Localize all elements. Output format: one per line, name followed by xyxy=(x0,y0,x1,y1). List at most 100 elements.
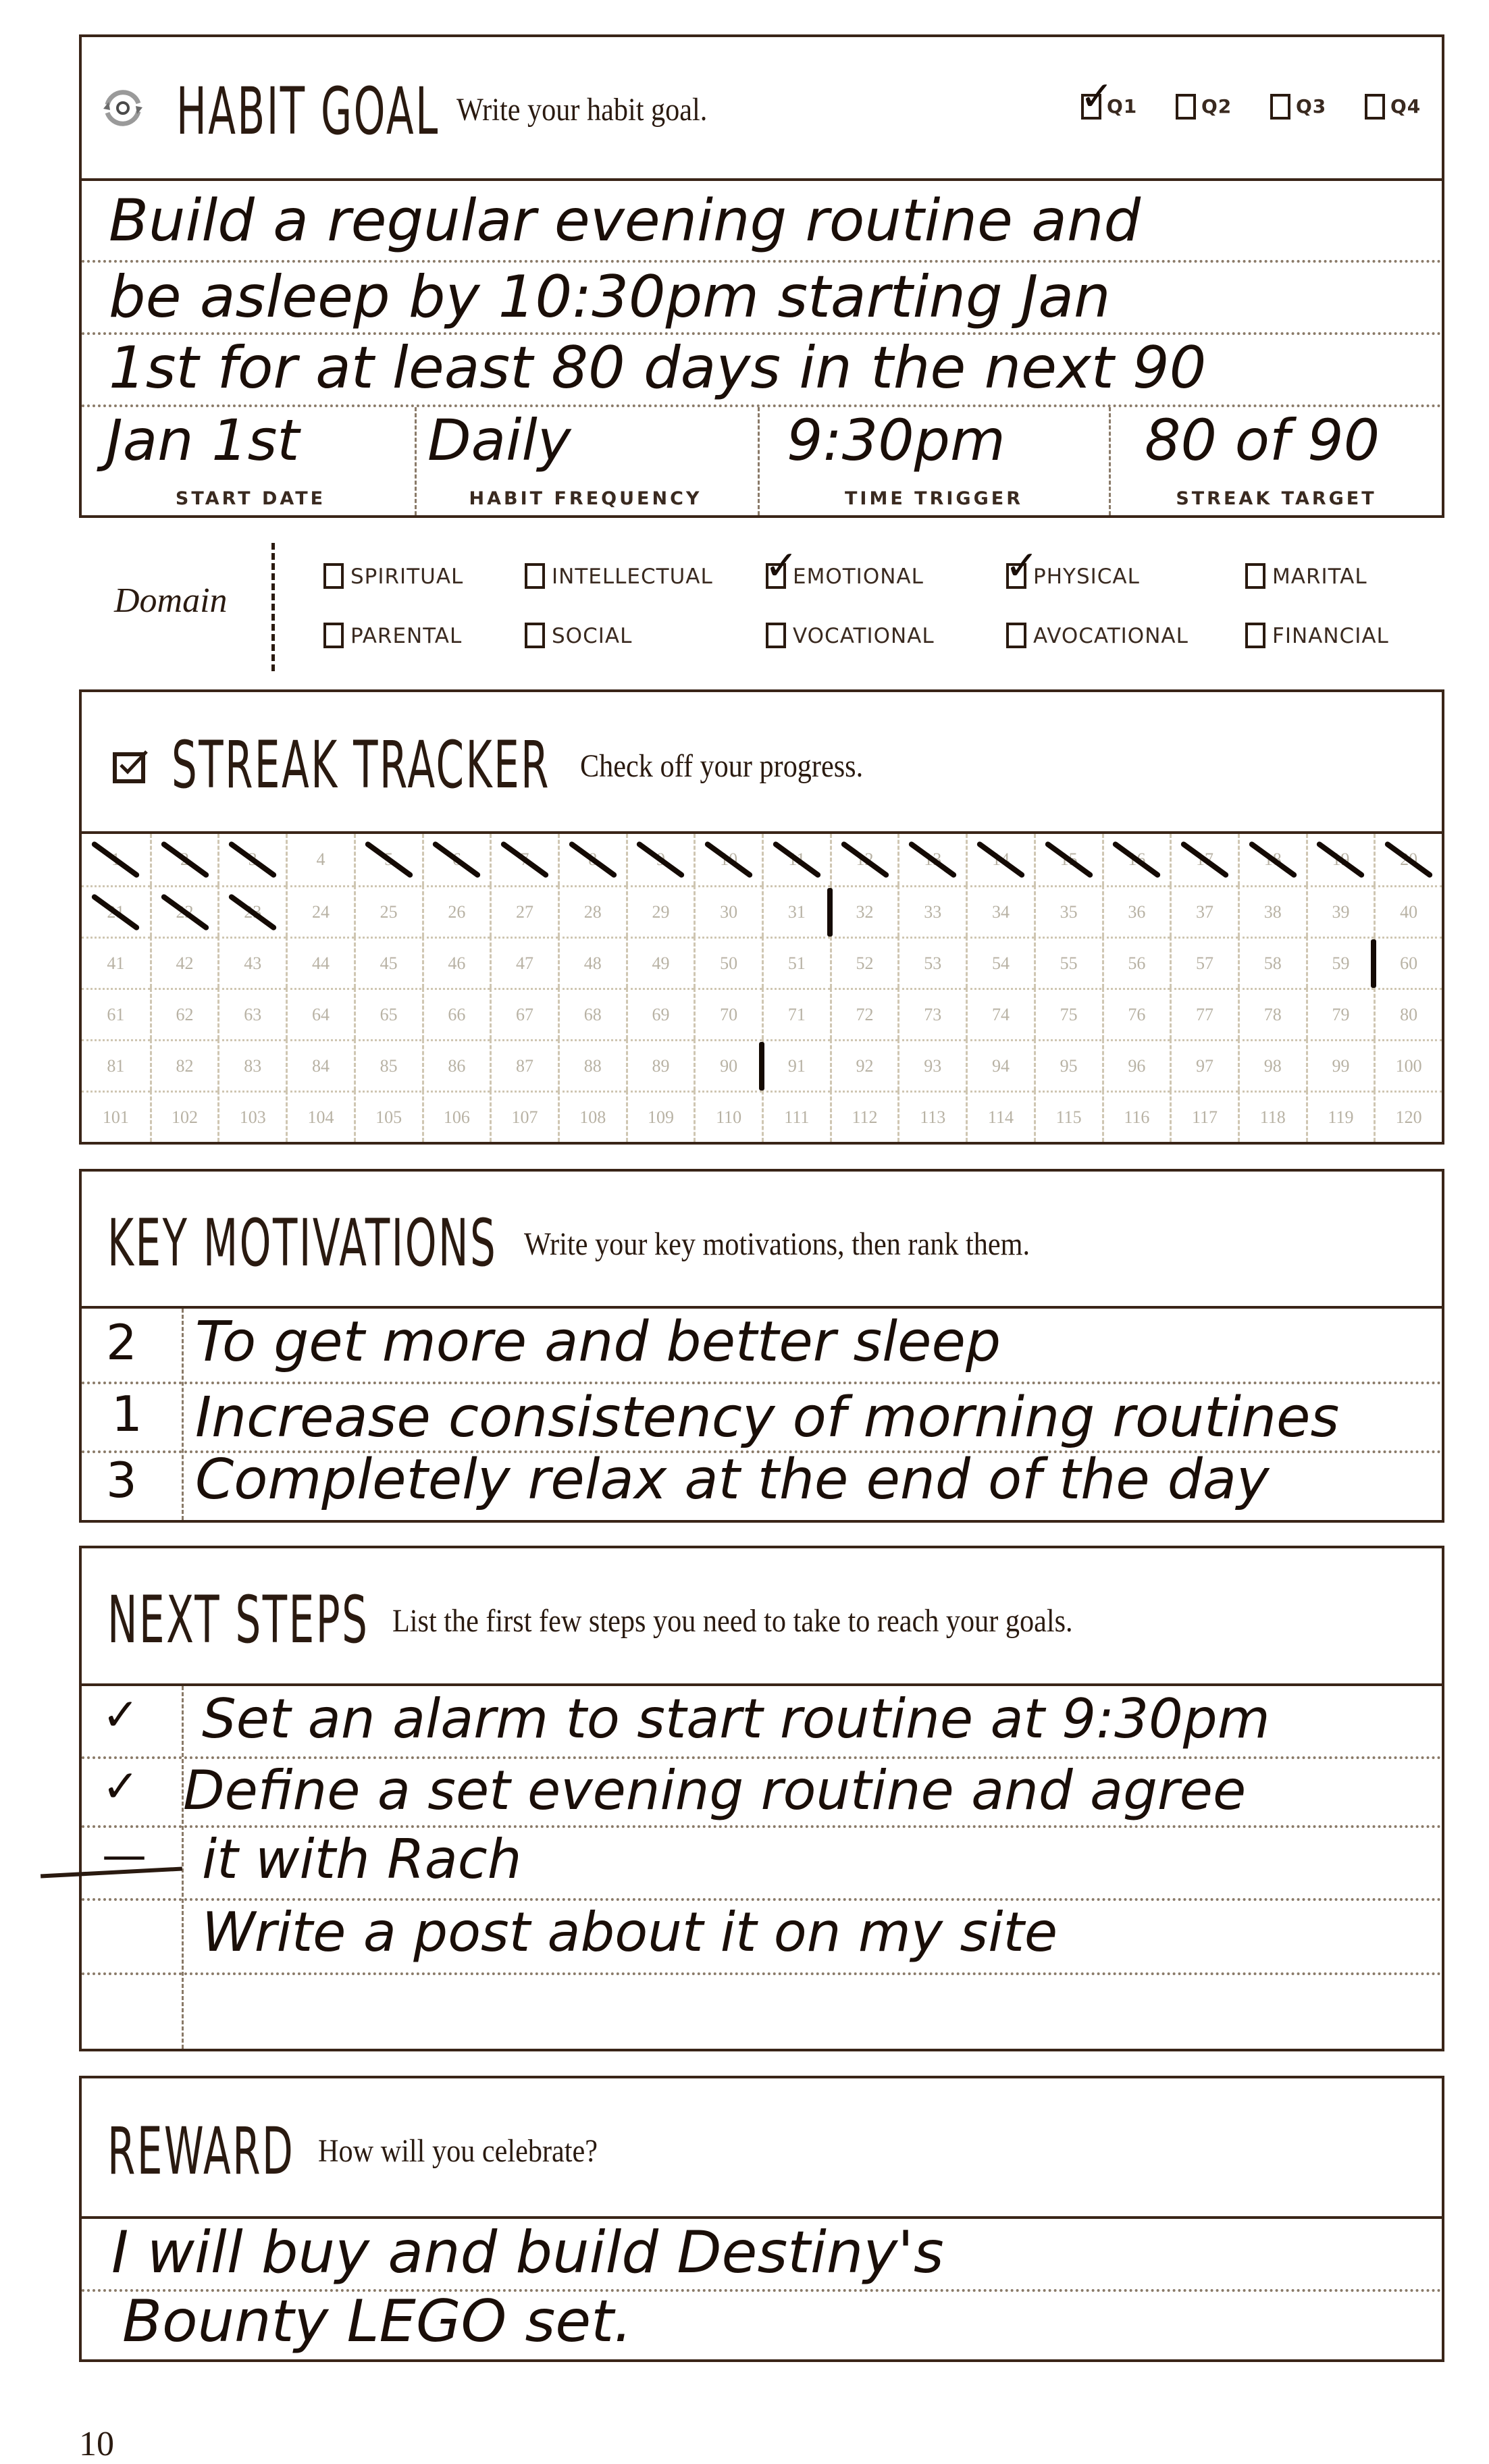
streak-day-cell[interactable]: 92 xyxy=(829,1039,898,1091)
streak-day-cell[interactable]: 107 xyxy=(490,1091,558,1142)
streak-day-cell[interactable]: 36 xyxy=(1101,885,1170,937)
streak-day-cell[interactable]: 83 xyxy=(217,1039,286,1091)
streak-day-cell[interactable]: 116 xyxy=(1101,1091,1170,1142)
streak-day-cell[interactable]: 38 xyxy=(1237,885,1306,937)
streak-day-cell[interactable]: 117 xyxy=(1170,1091,1238,1142)
next-step-status-mark[interactable]: ✓ xyxy=(102,1689,139,1741)
streak-day-cell[interactable]: 65 xyxy=(353,988,422,1039)
streak-day-cell[interactable]: 113 xyxy=(897,1091,966,1142)
streak-day-cell[interactable]: 60 xyxy=(1374,937,1442,988)
domain-checkbox[interactable]: ✓ xyxy=(764,546,798,589)
streak-day-cell[interactable]: 80 xyxy=(1374,988,1442,1039)
streak-day-cell[interactable]: 114 xyxy=(966,1091,1034,1142)
streak-day-cell[interactable]: 37 xyxy=(1170,885,1238,937)
start-date-value[interactable]: Jan 1st xyxy=(106,407,299,473)
streak-day-cell[interactable]: 56 xyxy=(1101,937,1170,988)
streak-day-cell[interactable]: 15 xyxy=(1033,834,1102,885)
streak-day-cell[interactable]: 54 xyxy=(966,937,1034,988)
streak-day-cell[interactable]: 7 xyxy=(490,834,558,885)
streak-day-cell[interactable]: 23 xyxy=(217,885,286,937)
streak-day-cell[interactable]: 58 xyxy=(1237,937,1306,988)
streak-day-cell[interactable]: 50 xyxy=(694,937,762,988)
streak-day-cell[interactable]: 79 xyxy=(1305,988,1374,1039)
streak-day-cell[interactable]: 57 xyxy=(1170,937,1238,988)
streak-day-cell[interactable]: 53 xyxy=(897,937,966,988)
streak-day-cell[interactable]: 91 xyxy=(762,1039,830,1091)
streak-day-cell[interactable]: 16 xyxy=(1101,834,1170,885)
domain-checkbox[interactable] xyxy=(1006,623,1026,648)
streak-day-cell[interactable]: 73 xyxy=(897,988,966,1039)
streak-day-cell[interactable]: 24 xyxy=(286,885,354,937)
streak-day-cell[interactable]: 112 xyxy=(829,1091,898,1142)
field-start-date[interactable]: Jan 1st START DATE xyxy=(82,407,415,515)
streak-day-cell[interactable]: 21 xyxy=(82,885,150,937)
streak-day-cell[interactable]: 87 xyxy=(490,1039,558,1091)
streak-day-cell[interactable]: 120 xyxy=(1374,1091,1442,1142)
streak-day-cell[interactable]: 40 xyxy=(1374,885,1442,937)
field-streak-target[interactable]: 80 of 90 STREAK TARGET xyxy=(1111,407,1442,515)
streak-day-cell[interactable]: 101 xyxy=(82,1091,150,1142)
streak-day-cell[interactable]: 34 xyxy=(966,885,1034,937)
streak-day-cell[interactable]: 47 xyxy=(490,937,558,988)
streak-day-cell[interactable]: 39 xyxy=(1305,885,1374,937)
motivation-row[interactable]: 3 Completely relax at the end of the day xyxy=(82,1448,1442,1520)
streak-day-cell[interactable]: 115 xyxy=(1033,1091,1102,1142)
goal-line-1[interactable]: Build a regular evening routine and xyxy=(109,187,1141,255)
streak-day-cell[interactable]: 119 xyxy=(1305,1091,1374,1142)
streak-day-cell[interactable]: 20 xyxy=(1374,834,1442,885)
q1-checkbox[interactable]: ✓ xyxy=(1080,76,1114,120)
streak-day-cell[interactable]: 25 xyxy=(353,885,422,937)
next-step-row[interactable]: ✓ Set an alarm to start routine at 9:30pm xyxy=(82,1686,1442,1758)
streak-day-cell[interactable]: 90 xyxy=(694,1039,762,1091)
streak-day-cell[interactable]: 14 xyxy=(966,834,1034,885)
streak-day-cell[interactable]: 100 xyxy=(1374,1039,1442,1091)
next-step-text[interactable]: Define a set evening routine and agree xyxy=(183,1759,1246,1822)
goal-line-2[interactable]: be asleep by 10:30pm starting Jan xyxy=(109,263,1111,331)
streak-day-cell[interactable]: 76 xyxy=(1101,988,1170,1039)
streak-day-cell[interactable]: 59 xyxy=(1305,937,1374,988)
streak-day-cell[interactable]: 22 xyxy=(149,885,218,937)
next-step-row[interactable]: ✓ Define a set evening routine and agree xyxy=(82,1758,1442,1827)
next-step-row[interactable] xyxy=(82,1974,1442,2049)
streak-day-cell[interactable]: 67 xyxy=(490,988,558,1039)
streak-day-cell[interactable]: 64 xyxy=(286,988,354,1039)
motivation-rank[interactable]: 3 xyxy=(106,1452,137,1509)
streak-day-cell[interactable]: 95 xyxy=(1033,1039,1102,1091)
streak-day-cell[interactable]: 66 xyxy=(421,988,490,1039)
streak-day-cell[interactable]: 19 xyxy=(1305,834,1374,885)
streak-day-cell[interactable]: 46 xyxy=(421,937,490,988)
streak-day-cell[interactable]: 77 xyxy=(1170,988,1238,1039)
streak-day-cell[interactable]: 48 xyxy=(557,937,626,988)
streak-day-cell[interactable]: 13 xyxy=(897,834,966,885)
streak-day-cell[interactable]: 97 xyxy=(1170,1039,1238,1091)
next-step-text[interactable]: it with Rach xyxy=(202,1828,521,1891)
streak-day-cell[interactable]: 55 xyxy=(1033,937,1102,988)
next-step-row[interactable]: — it with Rach xyxy=(82,1827,1442,1899)
motivation-rank[interactable]: 1 xyxy=(111,1386,142,1442)
streak-day-cell[interactable]: 118 xyxy=(1237,1091,1306,1142)
streak-day-cell[interactable]: 63 xyxy=(217,988,286,1039)
streak-day-cell[interactable]: 3 xyxy=(217,834,286,885)
streak-day-cell[interactable]: 105 xyxy=(353,1091,422,1142)
streak-day-cell[interactable]: 89 xyxy=(625,1039,694,1091)
streak-day-cell[interactable]: 86 xyxy=(421,1039,490,1091)
time-trigger-value[interactable]: 9:30pm xyxy=(787,407,1005,473)
streak-day-cell[interactable]: 35 xyxy=(1033,885,1102,937)
domain-checkbox[interactable] xyxy=(323,563,344,589)
q4-checkbox[interactable] xyxy=(1365,94,1385,120)
reward-line-2[interactable]: Bounty LEGO set. xyxy=(122,2288,632,2355)
habit-frequency-value[interactable]: Daily xyxy=(427,407,571,473)
streak-day-cell[interactable]: 103 xyxy=(217,1091,286,1142)
streak-day-cell[interactable]: 2 xyxy=(149,834,218,885)
domain-checkbox[interactable] xyxy=(1245,623,1265,648)
streak-day-cell[interactable]: 29 xyxy=(625,885,694,937)
streak-day-cell[interactable]: 70 xyxy=(694,988,762,1039)
streak-day-cell[interactable]: 74 xyxy=(966,988,1034,1039)
streak-day-cell[interactable]: 1 xyxy=(82,834,150,885)
streak-target-value[interactable]: 80 of 90 xyxy=(1145,407,1380,473)
motivation-row[interactable]: 2 To get more and better sleep xyxy=(82,1309,1442,1382)
streak-day-cell[interactable]: 45 xyxy=(353,937,422,988)
streak-day-cell[interactable]: 32 xyxy=(829,885,898,937)
streak-day-cell[interactable]: 52 xyxy=(829,937,898,988)
streak-day-cell[interactable]: 109 xyxy=(625,1091,694,1142)
